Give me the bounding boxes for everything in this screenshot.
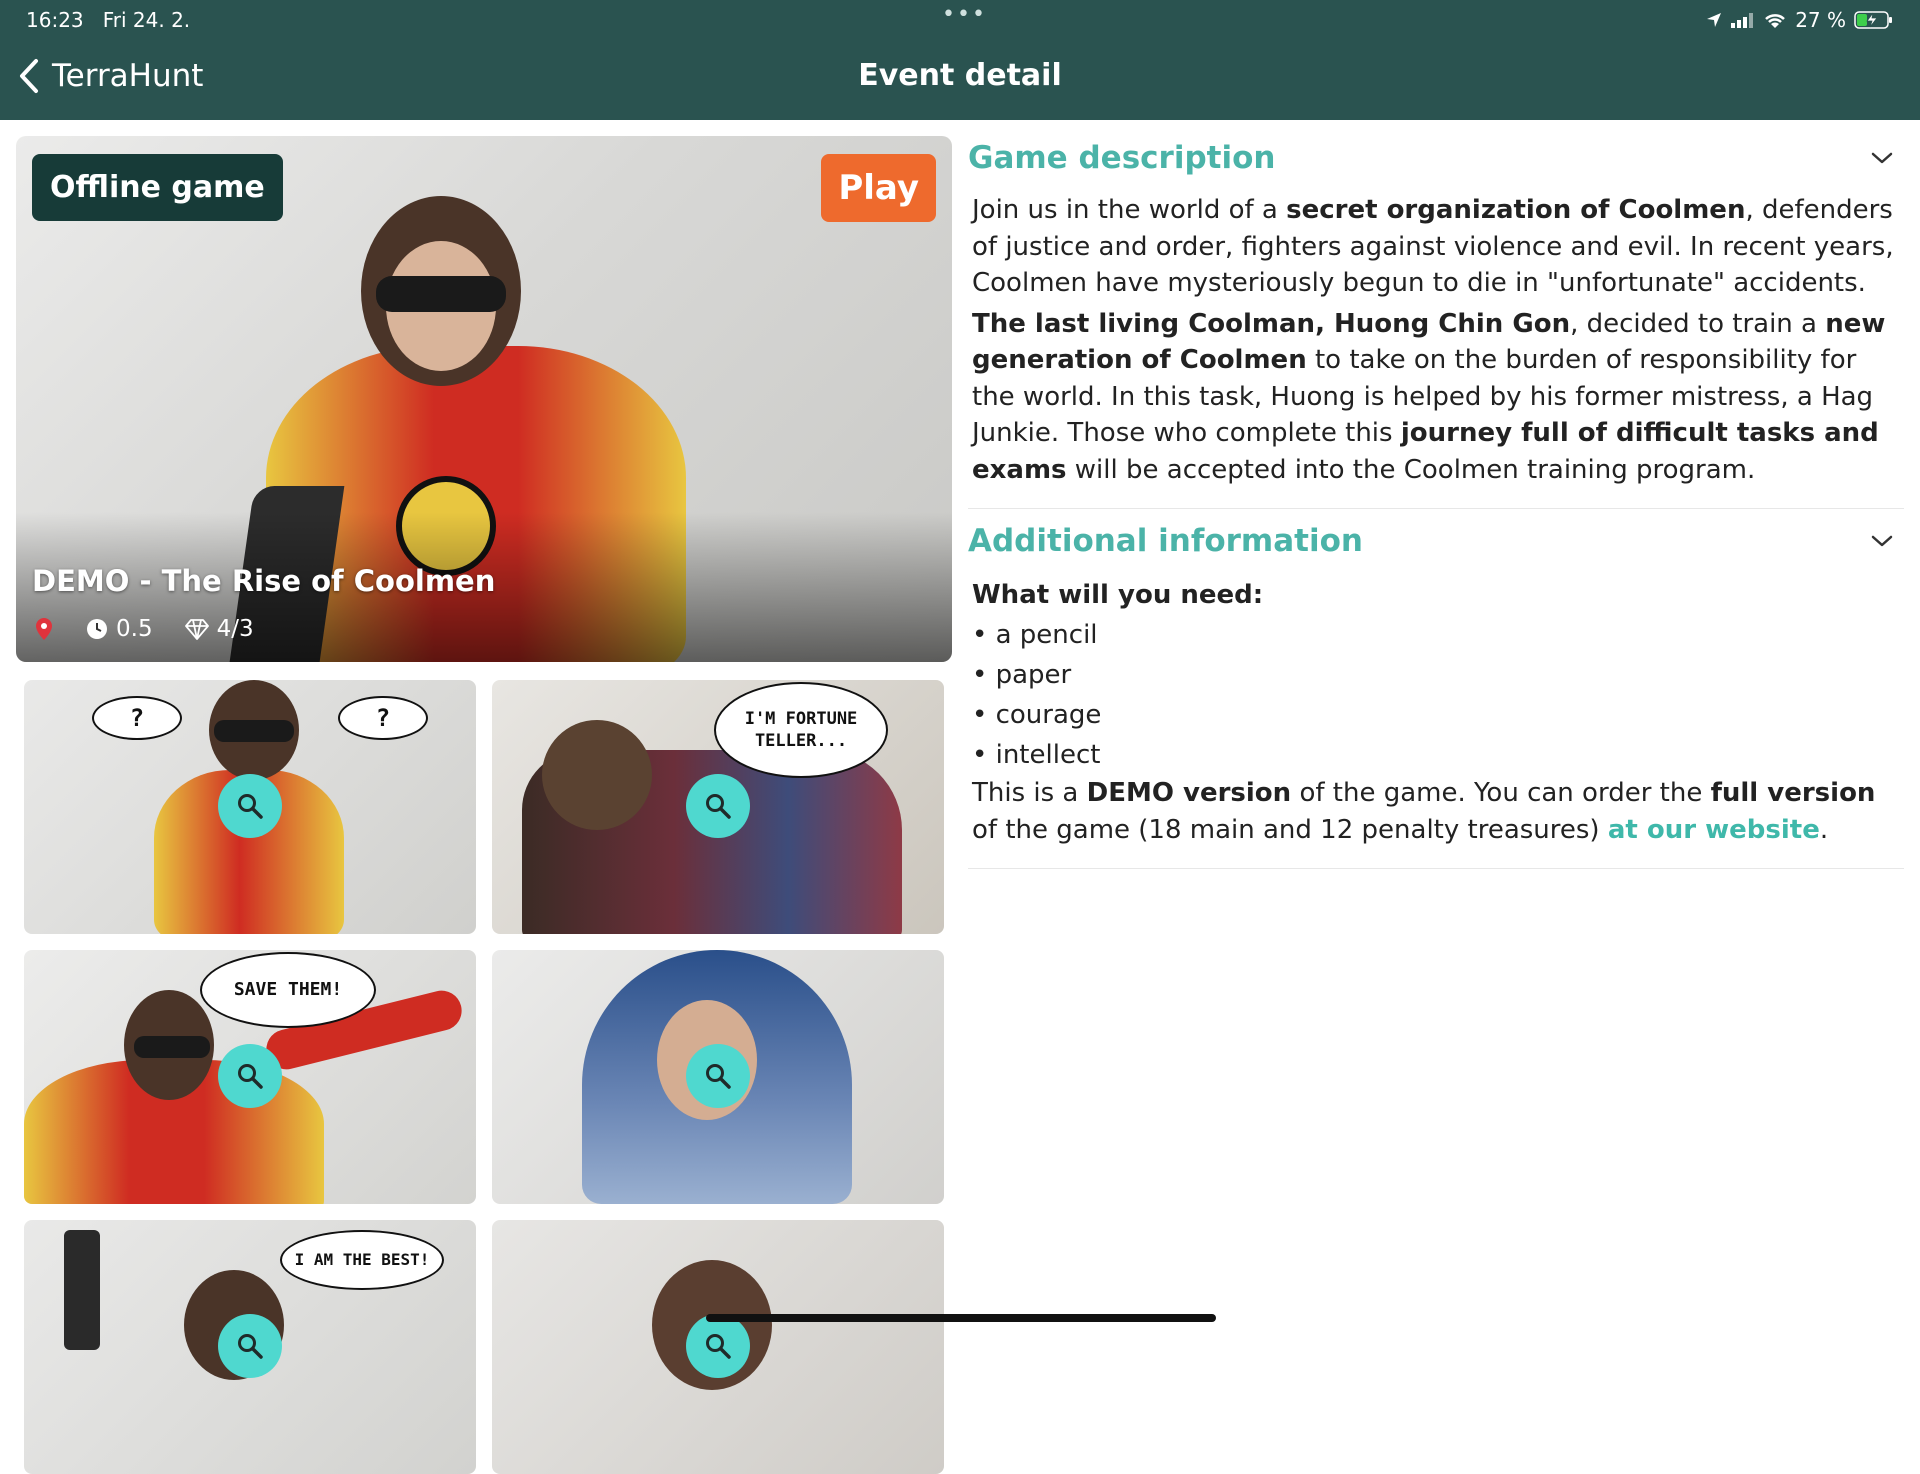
thumb-figure-gun	[64, 1230, 100, 1350]
zoom-button[interactable]	[218, 774, 282, 838]
gallery-thumb-2[interactable]: I'M FORTUNE TELLER...	[492, 680, 944, 934]
game-meta: 0.5 4/3	[34, 616, 254, 642]
section-divider	[968, 868, 1904, 869]
speech-bubble: I AM THE BEST!	[280, 1230, 444, 1290]
additional-header[interactable]: Additional information	[968, 519, 1904, 563]
list-item-text: intellect	[995, 740, 1101, 770]
text-run: of the game. You can order the	[1291, 778, 1711, 808]
speech-bubble: SAVE THEM!	[200, 952, 376, 1028]
zoom-button[interactable]	[218, 1314, 282, 1378]
list-item: • paper	[972, 660, 1072, 690]
status-clock: 16:23	[26, 8, 84, 32]
list-item-text: paper	[995, 660, 1072, 690]
text-run-bold: secret organization of Coolmen	[1286, 195, 1746, 225]
text-run: .	[1819, 814, 1829, 845]
list-item: • courage	[972, 700, 1102, 730]
signal-icon	[1731, 13, 1754, 28]
speech-bubble: I'M FORTUNE TELLER...	[714, 682, 888, 778]
wifi-icon	[1765, 14, 1786, 28]
text-run: will be accepted into the Coolmen traini…	[1066, 454, 1756, 485]
clock-icon	[87, 619, 107, 639]
text-run-bold: DEMO version	[1086, 778, 1292, 808]
multitask-dots-icon[interactable]: •••	[942, 2, 987, 27]
back-label: TerraHunt	[52, 58, 204, 94]
status-time: 16:23 Fri 24. 2.	[26, 8, 190, 32]
treasures-value: 4/3	[216, 616, 254, 642]
chevron-left-icon	[20, 59, 38, 93]
magnifier-icon	[706, 1334, 731, 1359]
offline-badge: Offline game	[32, 154, 283, 221]
thought-bubble-right: ?	[338, 696, 428, 740]
battery-percent: 27 %	[1795, 8, 1846, 32]
section-divider	[968, 508, 1904, 509]
magnifier-icon	[238, 794, 263, 819]
thought-bubble-left: ?	[92, 696, 182, 740]
list-item-text: courage	[995, 700, 1102, 730]
game-title: DEMO - The Rise of Coolmen	[32, 564, 496, 598]
app-header: 16:23 Fri 24. 2. ••• 27 % TerraHunt Even…	[0, 0, 1920, 120]
magnifier-icon	[706, 794, 731, 819]
zoom-button[interactable]	[686, 1044, 750, 1108]
description-paragraph-2: The last living Coolman, Huong Chin Gon,…	[972, 306, 1900, 489]
gallery-thumb-5[interactable]: I AM THE BEST!	[24, 1220, 476, 1474]
duration-value: 0.5	[116, 616, 153, 642]
play-button[interactable]: Play	[821, 154, 936, 222]
additional-body: What will you need: • a pencil • paper •…	[968, 563, 1904, 866]
status-date: Fri 24. 2.	[102, 8, 191, 32]
thumb-figure-head	[542, 720, 652, 830]
description-header[interactable]: Game description	[968, 136, 1904, 180]
thumb-figure-mask	[134, 1036, 210, 1058]
diamond-icon	[184, 619, 209, 640]
need-heading: What will you need:	[972, 575, 1900, 615]
list-item: • a pencil	[972, 620, 1098, 650]
chevron-down-icon[interactable]	[1870, 150, 1894, 166]
description-title: Game description	[968, 140, 1276, 176]
duration-item: 0.5	[86, 616, 153, 642]
home-indicator[interactable]	[706, 1314, 1216, 1322]
thumb-figure-mask	[214, 720, 294, 742]
demo-paragraph: This is a DEMO version of the game. You …	[972, 775, 1900, 848]
hero-figure-mask	[376, 276, 506, 312]
text-run: , decided to train a	[1570, 308, 1826, 339]
magnifier-icon	[238, 1334, 263, 1359]
gallery-thumb-1[interactable]: ? ?	[24, 680, 476, 934]
description-body: Join us in the world of a secret organiz…	[968, 180, 1904, 506]
battery-charging-icon	[1854, 11, 1892, 29]
magnifier-icon	[238, 1064, 263, 1089]
zoom-button[interactable]	[218, 1044, 282, 1108]
hero-image[interactable]: Offline game Play DEMO - The Rise of Coo…	[16, 136, 952, 662]
gallery-thumb-3[interactable]: SAVE THEM!	[24, 950, 476, 1204]
page-title: Event detail	[858, 58, 1062, 93]
details-column: Game description Join us in the world of…	[968, 136, 1904, 879]
description-paragraph-1: Join us in the world of a secret organiz…	[972, 192, 1900, 302]
gallery-thumb-6[interactable]	[492, 1220, 944, 1474]
text-run: Join us in the world of a	[972, 195, 1287, 225]
text-run: This is a	[972, 778, 1087, 808]
treasures-item: 4/3	[184, 616, 254, 642]
list-item-text: a pencil	[995, 620, 1098, 650]
need-heading-text: What will you need:	[972, 580, 1264, 610]
website-link[interactable]: at our website	[1608, 815, 1820, 845]
chevron-down-icon[interactable]	[1870, 533, 1894, 549]
zoom-button[interactable]	[686, 774, 750, 838]
location-arrow-icon	[1707, 13, 1722, 27]
text-run-bold: The last living Coolman, Huong Chin Gon	[972, 308, 1571, 339]
list-item: • intellect	[972, 740, 1101, 770]
additional-title: Additional information	[968, 523, 1363, 559]
location-pin-icon[interactable]	[34, 617, 54, 641]
text-run-bold: full version	[1710, 778, 1876, 808]
text-run: of the game (18 main and 12 penalty trea…	[972, 814, 1608, 845]
magnifier-icon	[706, 1064, 731, 1089]
gallery-thumb-4[interactable]	[492, 950, 944, 1204]
back-button[interactable]: TerraHunt	[18, 58, 203, 94]
status-indicators: 27 %	[1705, 8, 1894, 32]
zoom-button[interactable]	[686, 1314, 750, 1378]
